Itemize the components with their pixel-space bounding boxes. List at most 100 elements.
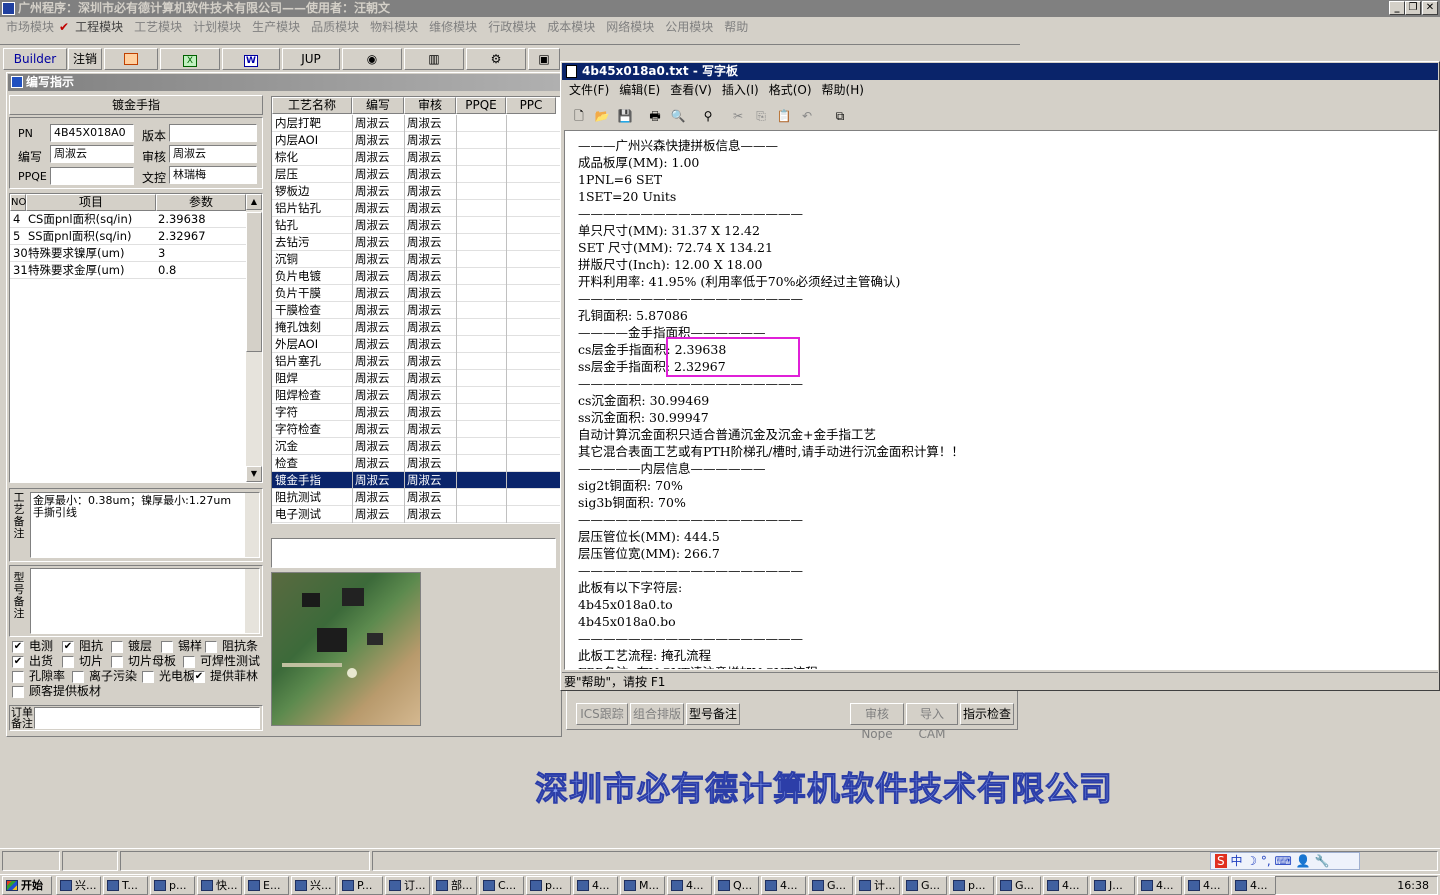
checkbox[interactable] bbox=[161, 641, 173, 653]
checkbox[interactable] bbox=[62, 656, 74, 668]
taskbar-button[interactable]: 4... bbox=[761, 876, 806, 895]
moon-icon[interactable]: ☽ bbox=[1246, 854, 1257, 868]
taskbar-button[interactable]: 兴... bbox=[291, 876, 336, 895]
param-row[interactable]: 30 特殊要求镍厚(um) 3 bbox=[10, 245, 246, 262]
process-row[interactable]: 去钻污 周淑云 周淑云 bbox=[272, 234, 560, 251]
taskbar-button[interactable]: p... bbox=[526, 876, 571, 895]
wordpad-menu-item[interactable]: 编辑(E) bbox=[619, 83, 660, 97]
tools-icon[interactable]: ⚙ bbox=[466, 48, 526, 70]
taskbar-button[interactable]: p... bbox=[949, 876, 994, 895]
process-row[interactable]: 铝片钻孔 周淑云 周淑云 bbox=[272, 200, 560, 217]
minimize-button[interactable]: _ bbox=[1389, 1, 1405, 15]
print-preview-icon[interactable]: 🔍 bbox=[667, 105, 689, 127]
menu-item[interactable]: 成本模块 bbox=[547, 20, 595, 34]
jup-button[interactable]: JUP bbox=[282, 48, 340, 70]
process-header[interactable]: PPQE bbox=[456, 97, 506, 114]
bottom-button[interactable]: ICS跟踪 bbox=[576, 703, 628, 725]
menu-item[interactable]: 工艺模块 bbox=[134, 20, 182, 34]
process-row[interactable]: 阻抗测试 周淑云 周淑云 bbox=[272, 489, 560, 506]
pn-field[interactable]: 4B45X018A0 bbox=[50, 124, 134, 142]
checkbox[interactable] bbox=[72, 671, 84, 683]
cylinder-icon[interactable]: ▥ bbox=[404, 48, 464, 70]
ppqe-field[interactable] bbox=[50, 167, 134, 185]
checkbox[interactable]: ✔ bbox=[62, 641, 74, 653]
process-row[interactable]: 内层打靶 周淑云 周淑云 bbox=[272, 115, 560, 132]
process-row[interactable]: 铝片塞孔 周淑云 周淑云 bbox=[272, 353, 560, 370]
checkbox[interactable] bbox=[205, 641, 217, 653]
process-note-scrollbar[interactable] bbox=[245, 493, 259, 557]
checkbox[interactable] bbox=[142, 671, 154, 683]
taskbar-button[interactable]: M... bbox=[620, 876, 665, 895]
word-icon[interactable]: W bbox=[222, 48, 280, 70]
review-field[interactable]: 周淑云 bbox=[169, 145, 257, 163]
scroll-down-arrow[interactable]: ▼ bbox=[246, 466, 262, 482]
process-row[interactable]: 内层AOI 周淑云 周淑云 bbox=[272, 132, 560, 149]
taskbar-button[interactable]: 4... bbox=[1231, 876, 1276, 895]
param-scrollbar[interactable]: ▲ ▼ bbox=[246, 194, 262, 482]
punct-icon[interactable]: °, bbox=[1261, 854, 1271, 868]
process-header[interactable]: 审核 bbox=[404, 97, 456, 114]
bottom-button[interactable]: 组合排版 bbox=[630, 703, 684, 725]
wordpad-document[interactable]: ———广州兴森快捷拼板信息——— 成品板厚(MM): 1.00 1PNL=6 SET… bbox=[564, 130, 1438, 670]
checkbox[interactable] bbox=[111, 656, 123, 668]
taskbar-button[interactable]: T... bbox=[103, 876, 148, 895]
print-icon[interactable]: 🖶 bbox=[644, 105, 666, 127]
open-icon[interactable]: 📂 bbox=[591, 105, 613, 127]
taskbar-button[interactable]: J... bbox=[1090, 876, 1135, 895]
taskbar-button[interactable]: 4... bbox=[573, 876, 618, 895]
process-row[interactable]: 负片干膜 周淑云 周淑云 bbox=[272, 285, 560, 302]
process-row[interactable]: 沉铜 周淑云 周淑云 bbox=[272, 251, 560, 268]
scroll-thumb[interactable] bbox=[246, 212, 262, 352]
doc-control-field[interactable]: 林瑞梅 bbox=[169, 166, 257, 184]
misc-icon[interactable]: ▣ bbox=[528, 48, 560, 70]
menu-item[interactable]: 公用模块 bbox=[665, 20, 713, 34]
checkbox[interactable]: ✔ bbox=[12, 656, 24, 668]
bottom-button[interactable]: 指示检查 bbox=[960, 703, 1014, 725]
taskbar-button[interactable]: 部... bbox=[432, 876, 477, 895]
copy-icon[interactable]: ⎘ bbox=[750, 105, 772, 127]
taskbar-button[interactable]: E... bbox=[244, 876, 289, 895]
paste-icon[interactable]: 📋 bbox=[773, 105, 795, 127]
process-row[interactable]: 镀金手指 周淑云 周淑云 bbox=[272, 472, 560, 489]
taskbar-button[interactable]: 订... bbox=[385, 876, 430, 895]
process-row[interactable]: 锣板边 周淑云 周淑云 bbox=[272, 183, 560, 200]
taskbar-button[interactable]: 兴... bbox=[56, 876, 101, 895]
taskbar-button[interactable]: G... bbox=[902, 876, 947, 895]
user-icon[interactable]: 👤 bbox=[1296, 854, 1311, 868]
process-row[interactable]: 字符检查 周淑云 周淑云 bbox=[272, 421, 560, 438]
keyboard-icon[interactable]: ⌨ bbox=[1275, 854, 1292, 868]
cut-icon[interactable]: ✂ bbox=[727, 105, 749, 127]
find-icon[interactable]: ⚲ bbox=[697, 105, 719, 127]
writer-field[interactable]: 周淑云 bbox=[50, 145, 134, 163]
close-button[interactable]: ✕ bbox=[1422, 1, 1438, 15]
param-header-param[interactable]: 参数 bbox=[156, 194, 246, 211]
process-row[interactable]: 电子测试 周淑云 周淑云 bbox=[272, 506, 560, 523]
taskbar-button[interactable]: 4... bbox=[1137, 876, 1182, 895]
new-icon[interactable]: 🗋 bbox=[568, 105, 590, 127]
param-row[interactable]: 31 特殊要求金厚(um) 0.8 bbox=[10, 262, 246, 279]
order-note-field[interactable] bbox=[34, 707, 260, 729]
wordpad-menu-item[interactable]: 文件(F) bbox=[569, 83, 609, 97]
process-header[interactable]: PPC bbox=[506, 97, 556, 114]
menu-item[interactable]: 生产模块 bbox=[252, 20, 300, 34]
excel-icon[interactable]: X bbox=[160, 48, 220, 70]
model-note-textarea[interactable] bbox=[30, 568, 260, 634]
taskbar-button[interactable]: Q... bbox=[714, 876, 759, 895]
menu-item[interactable]: 工程模块 bbox=[75, 20, 123, 34]
wordpad-menu-item[interactable]: 插入(I) bbox=[722, 83, 759, 97]
menu-item[interactable]: 计划模块 bbox=[193, 20, 241, 34]
process-header[interactable]: 编写 bbox=[352, 97, 404, 114]
save-icon[interactable]: 💾 bbox=[614, 105, 636, 127]
checkbox[interactable] bbox=[12, 686, 24, 698]
process-row[interactable]: 棕化 周淑云 周淑云 bbox=[272, 149, 560, 166]
process-row[interactable]: 负片电镀 周淑云 周淑云 bbox=[272, 268, 560, 285]
ime-mode[interactable]: 中 bbox=[1230, 854, 1242, 868]
param-row[interactable]: 5 SS面pnl面积(sq/in) 2.32967 bbox=[10, 228, 246, 245]
checkbox[interactable] bbox=[12, 671, 24, 683]
process-row[interactable]: 沉金 周淑云 周淑云 bbox=[272, 438, 560, 455]
undo-icon[interactable]: ↶ bbox=[796, 105, 818, 127]
taskbar-button[interactable]: G... bbox=[996, 876, 1041, 895]
menu-item[interactable]: 物料模块 bbox=[370, 20, 418, 34]
process-header[interactable]: 工艺名称 bbox=[272, 97, 352, 114]
process-row[interactable]: 阻焊检查 周淑云 周淑云 bbox=[272, 387, 560, 404]
